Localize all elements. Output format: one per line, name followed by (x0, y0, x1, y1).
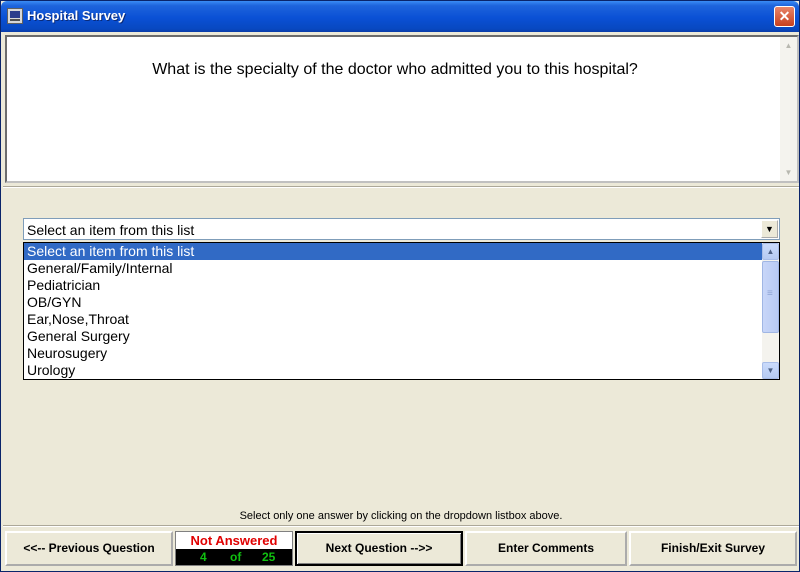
question-scrollbar[interactable]: ▲ ▼ (780, 37, 797, 181)
question-counter: 4 of 25 (176, 549, 292, 565)
previous-question-button[interactable]: <<-- Previous Question (5, 531, 173, 566)
question-pane: What is the specialty of the doctor who … (5, 35, 799, 183)
scroll-up-icon[interactable]: ▲ (762, 243, 779, 260)
title-bar: Hospital Survey ✕ (1, 1, 799, 32)
footer-divider (3, 525, 799, 527)
dropdown-value: Select an item from this list (27, 222, 195, 238)
counter-of-label: of (230, 550, 242, 564)
window-title: Hospital Survey (27, 8, 126, 23)
instruction-text: Select only one answer by clicking on th… (239, 510, 563, 522)
answer-status-label: Not Answered (176, 532, 292, 549)
scroll-down-icon[interactable]: ▼ (762, 362, 779, 379)
scroll-down-icon[interactable]: ▼ (780, 164, 797, 181)
list-item[interactable]: Ear,Nose,Throat (24, 311, 763, 328)
dropdown-arrow-icon[interactable]: ▼ (761, 220, 778, 238)
listbox-scrollbar[interactable]: ▲ ▼ (762, 243, 779, 379)
finish-exit-button[interactable]: Finish/Exit Survey (629, 531, 797, 566)
answer-dropdown[interactable]: Select an item from this list ▼ (23, 218, 780, 240)
current-question-number: 4 (200, 550, 207, 564)
list-item[interactable]: General Surgery (24, 328, 763, 345)
section-divider (3, 186, 799, 188)
app-icon (7, 8, 23, 24)
survey-window: Hospital Survey ✕ What is the specialty … (0, 0, 800, 572)
answer-listbox[interactable]: Select an item from this list General/Fa… (23, 242, 780, 380)
list-item[interactable]: Urology (24, 362, 763, 379)
scroll-thumb[interactable] (762, 261, 779, 333)
close-button[interactable]: ✕ (774, 6, 795, 27)
list-item[interactable]: OB/GYN (24, 294, 763, 311)
list-item[interactable]: Neurosugery (24, 345, 763, 362)
question-text: What is the specialty of the doctor who … (152, 61, 638, 78)
enter-comments-button[interactable]: Enter Comments (465, 531, 627, 566)
list-item[interactable]: Select an item from this list (24, 243, 763, 260)
scroll-up-icon[interactable]: ▲ (780, 37, 797, 54)
next-question-button[interactable]: Next Question -->> (295, 531, 463, 566)
list-item[interactable]: Pediatrician (24, 277, 763, 294)
list-item[interactable]: General/Family/Internal (24, 260, 763, 277)
question-status: Not Answered 4 of 25 (175, 531, 293, 566)
total-questions-number: 25 (262, 550, 276, 564)
listbox-items: Select an item from this list General/Fa… (24, 243, 763, 379)
